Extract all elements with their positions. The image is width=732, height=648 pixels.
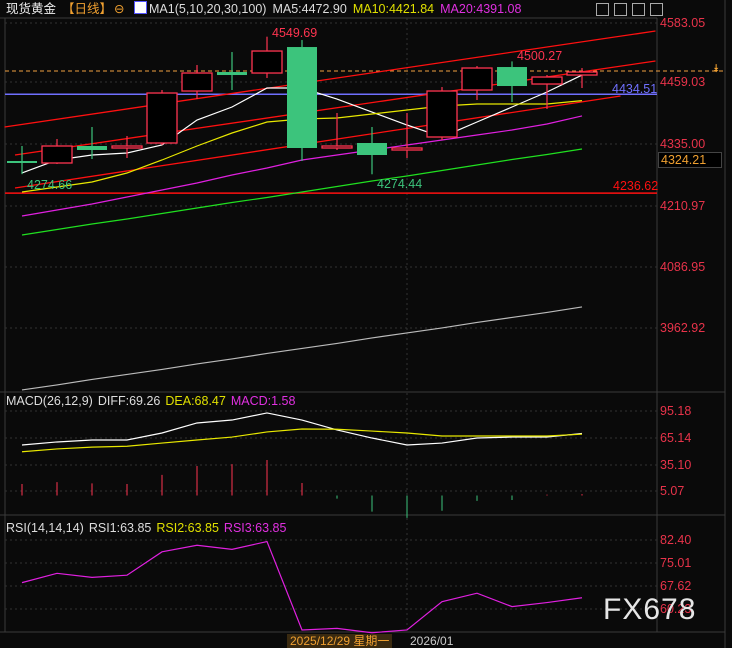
rsi-title[interactable]: RSI(14,14,14)	[6, 521, 84, 535]
candle-down	[77, 145, 107, 150]
candle-down	[357, 142, 387, 155]
grid-icon[interactable]	[596, 3, 609, 16]
forward-icon[interactable]	[650, 3, 663, 16]
x-tick: 2026/01	[410, 634, 454, 648]
y-tick: 4086.95	[660, 260, 706, 274]
rsi-line	[21, 540, 583, 634]
macd-y-tick: 65.14	[660, 431, 692, 445]
rsi-y-tick: 67.62	[660, 579, 692, 593]
candle-up	[391, 147, 423, 151]
y-tick: 4335.00	[660, 137, 706, 151]
y-tick: 4583.05	[660, 16, 706, 30]
low-label: 4274.66	[27, 178, 73, 192]
diff-value: DIFF:69.26	[97, 394, 161, 408]
line-tool-icon[interactable]	[632, 3, 645, 16]
trend-line	[14, 60, 656, 156]
candle-up	[321, 145, 353, 149]
period-label[interactable]: 【日线】	[62, 2, 112, 16]
high-label: 4549.69	[272, 26, 318, 40]
y-tick: 3962.92	[660, 321, 706, 335]
ma10-value: MA10:4421.84	[352, 2, 435, 16]
cursor-price-box: 4324.21	[658, 152, 722, 168]
candle-up	[531, 76, 563, 85]
candle-up	[146, 92, 178, 144]
candle-up	[181, 72, 213, 92]
price-marker-icon[interactable]: ⯯	[713, 62, 720, 76]
symbol-name: 现货黄金	[6, 2, 57, 16]
candle-up	[461, 67, 493, 91]
ma-line-ma30	[21, 148, 583, 236]
candle-down	[287, 47, 317, 148]
ma20-value: MA20:4391.08	[440, 2, 522, 16]
cursor-date-label: 2025/12/29 星期一	[287, 634, 393, 648]
candle-up	[251, 50, 283, 74]
macd-y-tick: 95.18	[660, 404, 692, 418]
chart-canvas[interactable]	[0, 0, 732, 648]
crosshair-icon[interactable]: ⊖	[114, 2, 124, 16]
dea-value: DEA:68.47	[165, 394, 226, 408]
ma-params[interactable]: MA1(5,10,20,30,100)	[149, 2, 266, 16]
bar-chart-icon[interactable]	[614, 3, 627, 16]
high2-label: 4500.27	[517, 49, 563, 63]
candle-up	[566, 71, 598, 76]
rsi-y-tick: 82.40	[660, 533, 692, 547]
chart-header: 现货黄金 【日线】 ⊖ MA1(5,10,20,30,100) MA5:4472.90…	[0, 0, 527, 18]
candle-down	[7, 160, 37, 163]
ma-line-ma100	[21, 306, 583, 391]
ma5-value: MA5:4472.90	[272, 2, 347, 16]
candle-up	[41, 145, 73, 164]
macd-y-tick: 35.10	[660, 458, 692, 472]
macd-value: MACD:1.58	[230, 394, 296, 408]
red-line-label: 4236.62	[613, 179, 659, 193]
rsi1-value: RSI1:63.85	[88, 521, 152, 535]
candle-down	[217, 72, 247, 76]
rsi3-value: RSI3:63.85	[223, 521, 287, 535]
watermark-logo: FX678	[603, 593, 697, 626]
y-tick: 4210.97	[660, 199, 706, 213]
rsi-y-tick: 75.01	[660, 556, 692, 570]
candle-up	[426, 90, 458, 138]
rsi2-value: RSI2:63.85	[156, 521, 219, 535]
candle-up	[111, 145, 143, 149]
blue-line-label: 4434.51	[612, 82, 658, 96]
rsi-header: RSI(14,14,14) RSI1:63.85 RSI2:63.85 RSI3:63…	[6, 520, 291, 536]
macd-header: MACD(26,12,9) DIFF:69.26 DEA:68.47 MACD:1.5…	[6, 393, 300, 409]
macd-title[interactable]: MACD(26,12,9)	[6, 394, 93, 408]
low2-label: 4274.44	[377, 177, 423, 191]
y-tick: 4459.03	[660, 75, 706, 89]
macd-y-tick: 5.07	[660, 484, 685, 498]
candle-down	[497, 67, 527, 87]
indicator-icon[interactable]	[134, 1, 147, 14]
